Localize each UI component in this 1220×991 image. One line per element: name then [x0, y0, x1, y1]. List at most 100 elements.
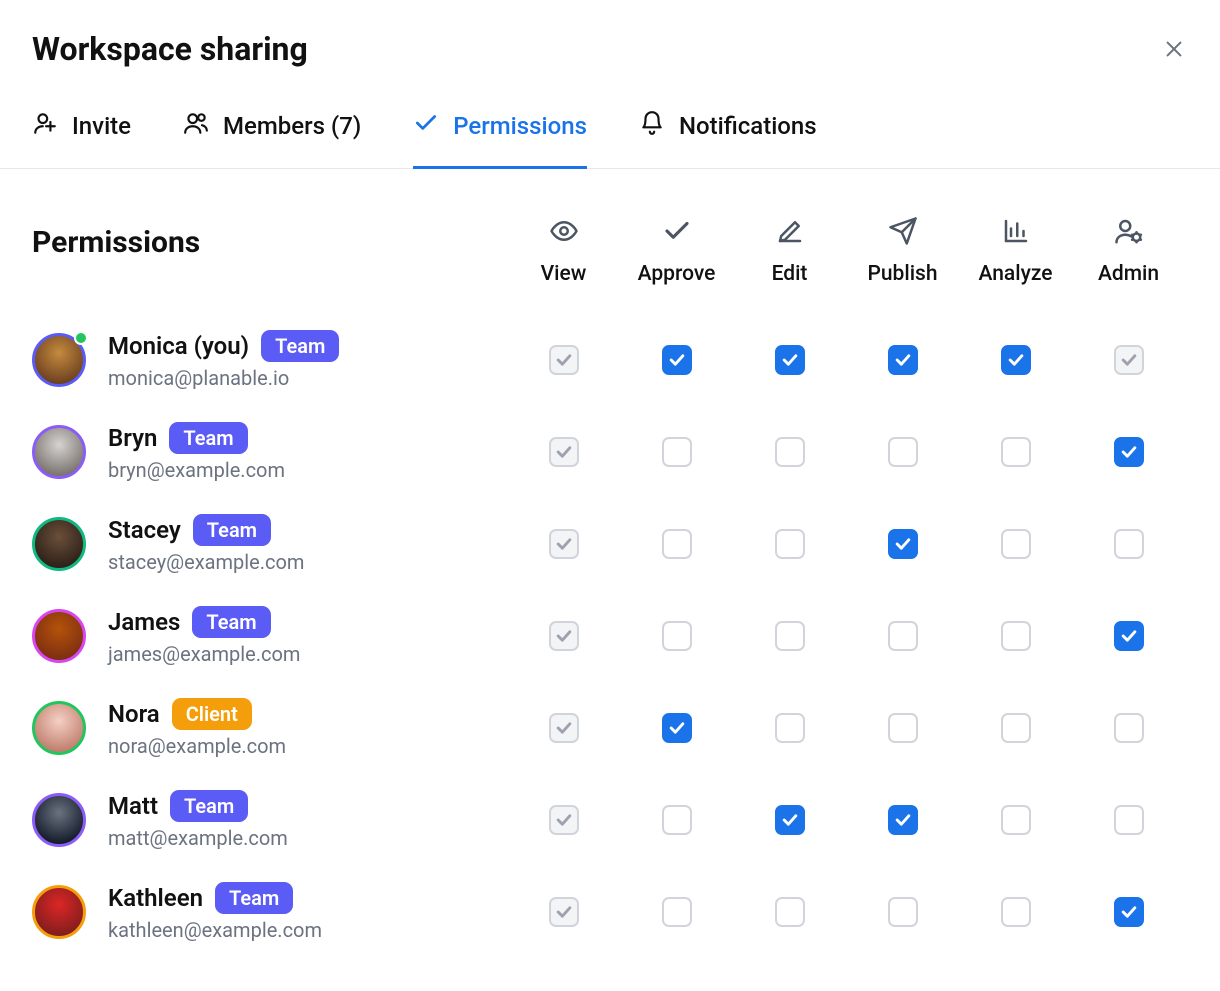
column-header-label: Approve [638, 262, 716, 286]
permission-checkbox-approve[interactable] [662, 805, 692, 835]
user-info: Monica (you)Teammonica@planable.io [108, 330, 339, 390]
permission-checkbox-analyze[interactable] [1001, 805, 1031, 835]
user-email: monica@planable.io [108, 366, 339, 390]
permission-checkbox-publish[interactable] [888, 345, 918, 375]
permission-checkbox-analyze[interactable] [1001, 621, 1031, 651]
user-name: James [108, 608, 180, 636]
user-name: Stacey [108, 516, 181, 544]
permission-checkbox-view [549, 897, 579, 927]
close-icon [1163, 38, 1185, 60]
column-header-label: Analyze [978, 262, 1052, 286]
permission-cell-view [507, 529, 620, 559]
permission-checkbox-admin[interactable] [1114, 713, 1144, 743]
permission-checkbox-publish[interactable] [888, 897, 918, 927]
permission-checkbox-edit[interactable] [775, 345, 805, 375]
permission-checkbox-publish[interactable] [888, 713, 918, 743]
column-header-approve: Approve [620, 216, 733, 286]
role-badge: Team [192, 606, 270, 638]
permission-checkbox-admin[interactable] [1114, 897, 1144, 927]
permission-checkbox-view [549, 713, 579, 743]
presence-indicator [74, 331, 88, 345]
permission-checkbox-edit[interactable] [775, 805, 805, 835]
user-info: MattTeammatt@example.com [108, 790, 288, 850]
user-name-line: BrynTeam [108, 422, 285, 454]
tab-label: Invite [72, 112, 131, 140]
permission-cell-approve [620, 345, 733, 375]
permission-checkbox-analyze[interactable] [1001, 437, 1031, 467]
user-name-line: James Team [108, 606, 300, 638]
close-button[interactable] [1160, 35, 1188, 63]
permission-cell-admin [1072, 805, 1185, 835]
permission-cell-approve [620, 437, 733, 467]
permission-checkbox-edit[interactable] [775, 437, 805, 467]
permission-cell-edit [733, 713, 846, 743]
permission-checkbox-approve[interactable] [662, 345, 692, 375]
permission-checkbox-analyze[interactable] [1001, 345, 1031, 375]
tab-members[interactable]: Members (7) [183, 100, 361, 169]
column-header-label: Edit [772, 262, 808, 286]
permissions-header: ViewApproveEditPublishAnalyzeAdmin [32, 216, 1188, 286]
user-name-line: Matt Team [108, 790, 288, 822]
permission-checkbox-publish[interactable] [888, 437, 918, 467]
workspace-sharing-dialog: Workspace sharing Invite Members (7) Permi… [0, 0, 1220, 958]
permission-checkbox-edit[interactable] [775, 621, 805, 651]
dialog-title: Workspace sharing [32, 30, 308, 68]
permission-checkbox-edit[interactable] [775, 529, 805, 559]
permission-checkbox-admin[interactable] [1114, 805, 1144, 835]
user-row: StaceyTeamstacey@example.com [32, 498, 1188, 590]
user-plus-icon [32, 110, 58, 142]
user-name: Nora [108, 700, 160, 728]
permission-checkbox-approve[interactable] [662, 713, 692, 743]
permission-checkbox-admin[interactable] [1114, 621, 1144, 651]
permission-checkbox-publish[interactable] [888, 621, 918, 651]
permission-cell-analyze [959, 529, 1072, 559]
pencil-icon [775, 216, 805, 250]
permission-checkbox-publish[interactable] [888, 805, 918, 835]
permission-checkbox-approve[interactable] [662, 437, 692, 467]
permission-cell-publish [846, 345, 959, 375]
permission-cell-analyze [959, 345, 1072, 375]
permission-checkbox-analyze[interactable] [1001, 529, 1031, 559]
permission-checkbox-edit[interactable] [775, 897, 805, 927]
permission-cell-publish [846, 713, 959, 743]
user-name: Matt [108, 792, 158, 820]
permission-checkbox-analyze[interactable] [1001, 897, 1031, 927]
user-cell: StaceyTeamstacey@example.com [32, 514, 507, 574]
permission-cell-analyze [959, 805, 1072, 835]
user-name-line: StaceyTeam [108, 514, 304, 546]
permission-checkbox-approve[interactable] [662, 897, 692, 927]
permission-checkbox-approve[interactable] [662, 529, 692, 559]
role-badge: Team [170, 790, 248, 822]
tab-invite[interactable]: Invite [32, 100, 131, 169]
user-cell: Monica (you)Teammonica@planable.io [32, 330, 507, 390]
permission-checkbox-admin[interactable] [1114, 529, 1144, 559]
permission-checkbox-analyze[interactable] [1001, 713, 1031, 743]
permission-cell-view [507, 805, 620, 835]
user-row: KathleenTeamkathleen@example.com [32, 866, 1188, 958]
column-header-analyze: Analyze [959, 216, 1072, 286]
avatar [32, 517, 86, 571]
permission-cell-edit [733, 805, 846, 835]
permission-cell-edit [733, 897, 846, 927]
tab-label: Permissions [453, 112, 587, 140]
permission-checkbox-approve[interactable] [662, 621, 692, 651]
column-header-label: View [541, 262, 587, 286]
permission-cell-view [507, 713, 620, 743]
avatar [32, 793, 86, 847]
tab-permissions[interactable]: Permissions [413, 100, 587, 169]
avatar-image [32, 609, 86, 663]
user-info: JamesTeamjames@example.com [108, 606, 300, 666]
tab-notifications[interactable]: Notifications [639, 100, 817, 169]
permission-checkbox-edit[interactable] [775, 713, 805, 743]
permission-cell-approve [620, 621, 733, 651]
permission-cell-edit [733, 345, 846, 375]
permission-checkbox-view [549, 805, 579, 835]
avatar-image [32, 701, 86, 755]
avatar-image [32, 885, 86, 939]
permission-checkbox-publish[interactable] [888, 529, 918, 559]
permission-checkbox-admin[interactable] [1114, 437, 1144, 467]
user-email: nora@example.com [108, 734, 286, 758]
role-badge: Client [172, 698, 252, 730]
role-badge: Team [261, 330, 339, 362]
column-header-label: Publish [867, 262, 937, 286]
